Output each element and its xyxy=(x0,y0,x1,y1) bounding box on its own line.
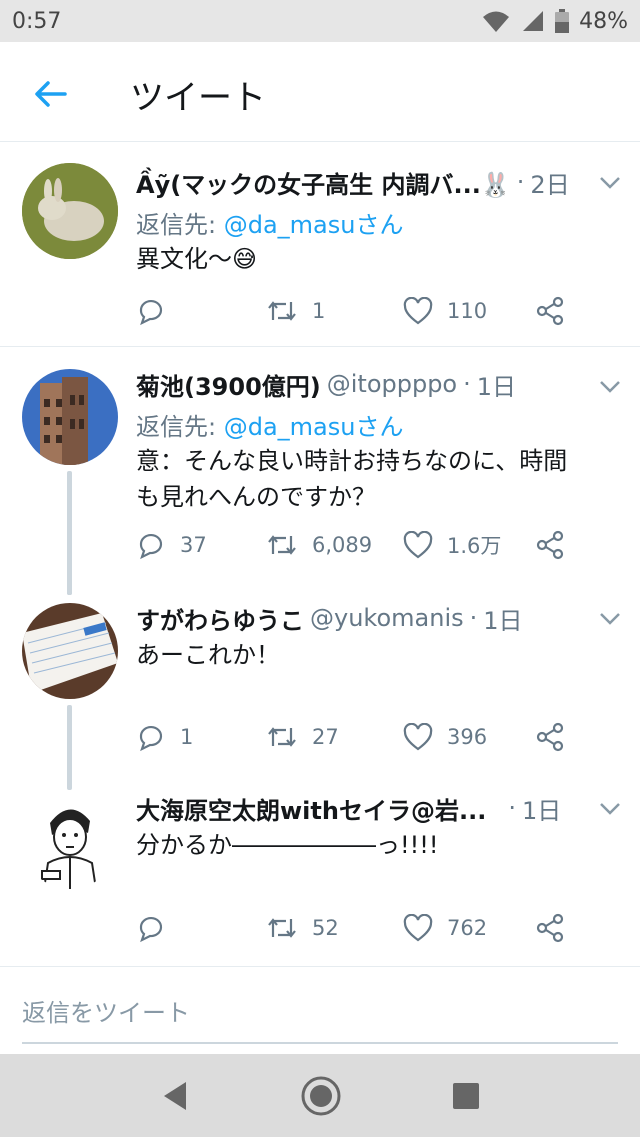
cartoon-man-avatar[interactable] xyxy=(22,793,118,889)
share-button[interactable] xyxy=(535,722,565,752)
reply-icon xyxy=(139,725,163,752)
tweet-actions: 1 27 396 xyxy=(136,719,616,755)
chevron-down-icon[interactable] xyxy=(598,377,622,397)
app-bar: ツイート xyxy=(0,42,640,142)
retweet-button[interactable]: 27 xyxy=(266,722,403,752)
reply-button[interactable]: 37 xyxy=(136,530,266,560)
reply-prefix: 返信先: xyxy=(136,413,224,441)
tweet-actions: 37 6,089 1.6万 xyxy=(136,527,616,563)
reply-button[interactable] xyxy=(136,913,266,943)
status-icons: 48% xyxy=(481,9,628,34)
like-button[interactable]: 1.6万 xyxy=(403,530,535,560)
chevron-down-icon[interactable] xyxy=(598,609,622,629)
square-recents-icon xyxy=(453,1082,479,1109)
share-icon xyxy=(536,530,564,560)
reply-count: 1 xyxy=(180,725,194,749)
like-count: 396 xyxy=(447,725,488,749)
retweet-button[interactable]: 52 xyxy=(266,913,403,943)
status-bar: 0:57 48% xyxy=(0,0,640,42)
tweet-actions: 1 110 xyxy=(136,293,616,329)
share-button[interactable] xyxy=(535,296,565,326)
reply-button[interactable]: 1 xyxy=(136,722,266,752)
reply-mention[interactable]: @da_masuさん xyxy=(224,413,404,441)
tweet-author-handle[interactable]: @yukomanis xyxy=(310,604,464,632)
battery-icon xyxy=(555,9,570,33)
reply-icon xyxy=(139,533,163,560)
heart-icon xyxy=(403,914,433,942)
heart-icon xyxy=(403,531,433,559)
chevron-down-icon[interactable] xyxy=(598,799,622,819)
reply-input[interactable]: 返信をツイート xyxy=(22,993,618,1044)
retweet-icon xyxy=(268,301,296,321)
system-nav-bar xyxy=(0,1054,640,1137)
notebook-avatar[interactable] xyxy=(22,603,118,699)
signal-icon xyxy=(523,11,544,31)
tweet-author-name[interactable]: Ầỹ(マックの女子高生 内調バ...🐰 xyxy=(136,165,511,200)
tweet-time: 2日 xyxy=(530,170,570,199)
like-count: 110 xyxy=(447,299,488,323)
wifi-icon xyxy=(483,11,510,32)
circle-home-icon xyxy=(301,1076,341,1115)
heart-icon xyxy=(403,297,433,325)
triangle-back-icon xyxy=(164,1081,186,1110)
retweet-icon xyxy=(268,727,296,747)
retweet-icon xyxy=(268,918,296,938)
like-button[interactable]: 110 xyxy=(403,297,535,325)
reply-mention[interactable]: @da_masuさん xyxy=(224,211,404,239)
tweet-4[interactable]: 大海原空太朗withセイラ@岩... · 1日 分かるか――――――っ!!!! … xyxy=(0,775,640,965)
nav-home-button[interactable] xyxy=(300,1075,342,1117)
tweet-author-handle[interactable]: @itoppppo xyxy=(327,370,457,398)
thread-line xyxy=(67,573,72,595)
tweet-text: 異文化〜😅 xyxy=(136,245,258,273)
rabbit-avatar[interactable] xyxy=(22,163,118,259)
reply-prefix: 返信先: xyxy=(136,211,224,239)
tweet-author-name[interactable]: 菊池(3900億円) xyxy=(136,367,321,402)
tower-avatar[interactable] xyxy=(22,369,118,465)
like-count: 762 xyxy=(447,916,488,940)
nav-recents-button[interactable] xyxy=(452,1082,480,1110)
back-arrow-icon[interactable] xyxy=(32,76,68,112)
share-icon xyxy=(536,722,564,752)
tweet-time: 1日 xyxy=(476,372,517,401)
share-icon xyxy=(536,296,564,326)
retweet-button[interactable]: 6,089 xyxy=(266,530,403,560)
tweet-actions: 52 762 xyxy=(136,910,616,946)
tweet-1[interactable]: Ầỹ(マックの女子高生 内調バ...🐰 · 2日 返信先: @da_masuさん… xyxy=(0,143,640,345)
retweet-icon xyxy=(268,535,296,555)
like-button[interactable]: 762 xyxy=(403,914,535,942)
retweet-count: 6,089 xyxy=(312,533,373,557)
reply-to-line: 返信先: @da_masuさん xyxy=(136,407,620,441)
reply-icon xyxy=(139,916,163,943)
tweet-text: 意：そんな良い時計お持ちなのに、時間 も見れへんのですか？ xyxy=(136,447,568,511)
retweet-count: 52 xyxy=(312,916,339,940)
tweet-text: 分かるか――――――っ!!!! xyxy=(136,831,439,859)
tweet-author-name[interactable]: 大海原空太朗withセイラ@岩... xyxy=(136,791,486,826)
tweet-text: あーこれか！ xyxy=(136,641,280,669)
reply-composer: 返信をツイート xyxy=(0,966,640,1055)
tweet-time: 1日 xyxy=(521,796,562,825)
share-button[interactable] xyxy=(535,913,565,943)
nav-back-button[interactable] xyxy=(160,1080,190,1112)
reply-to-line: 返信先: @da_masuさん xyxy=(136,205,620,239)
like-count: 1.6万 xyxy=(447,534,502,558)
share-icon xyxy=(536,913,564,943)
heart-icon xyxy=(403,723,433,751)
tweet-3[interactable]: すがわらゆうこ @yukomanis · 1日 あーこれか！ 1 27 396 xyxy=(0,573,640,790)
retweet-count: 1 xyxy=(312,299,326,323)
reply-count: 37 xyxy=(180,533,207,557)
retweet-count: 27 xyxy=(312,725,339,749)
tweet-author-name[interactable]: すがわらゆうこ xyxy=(136,601,304,636)
tweet-2[interactable]: 菊池(3900億円) @itoppppo · 1日 返信先: @da_masuさ… xyxy=(0,347,640,595)
like-button[interactable]: 396 xyxy=(403,723,535,751)
share-button[interactable] xyxy=(535,530,565,560)
retweet-button[interactable]: 1 xyxy=(266,296,403,326)
page-title: ツイート xyxy=(130,78,266,118)
reply-icon xyxy=(139,299,163,326)
reply-button[interactable] xyxy=(136,296,266,326)
tweet-time: 1日 xyxy=(483,606,523,635)
status-time: 0:57 xyxy=(12,8,62,34)
battery-percent: 48% xyxy=(579,8,628,34)
chevron-down-icon[interactable] xyxy=(598,173,622,193)
